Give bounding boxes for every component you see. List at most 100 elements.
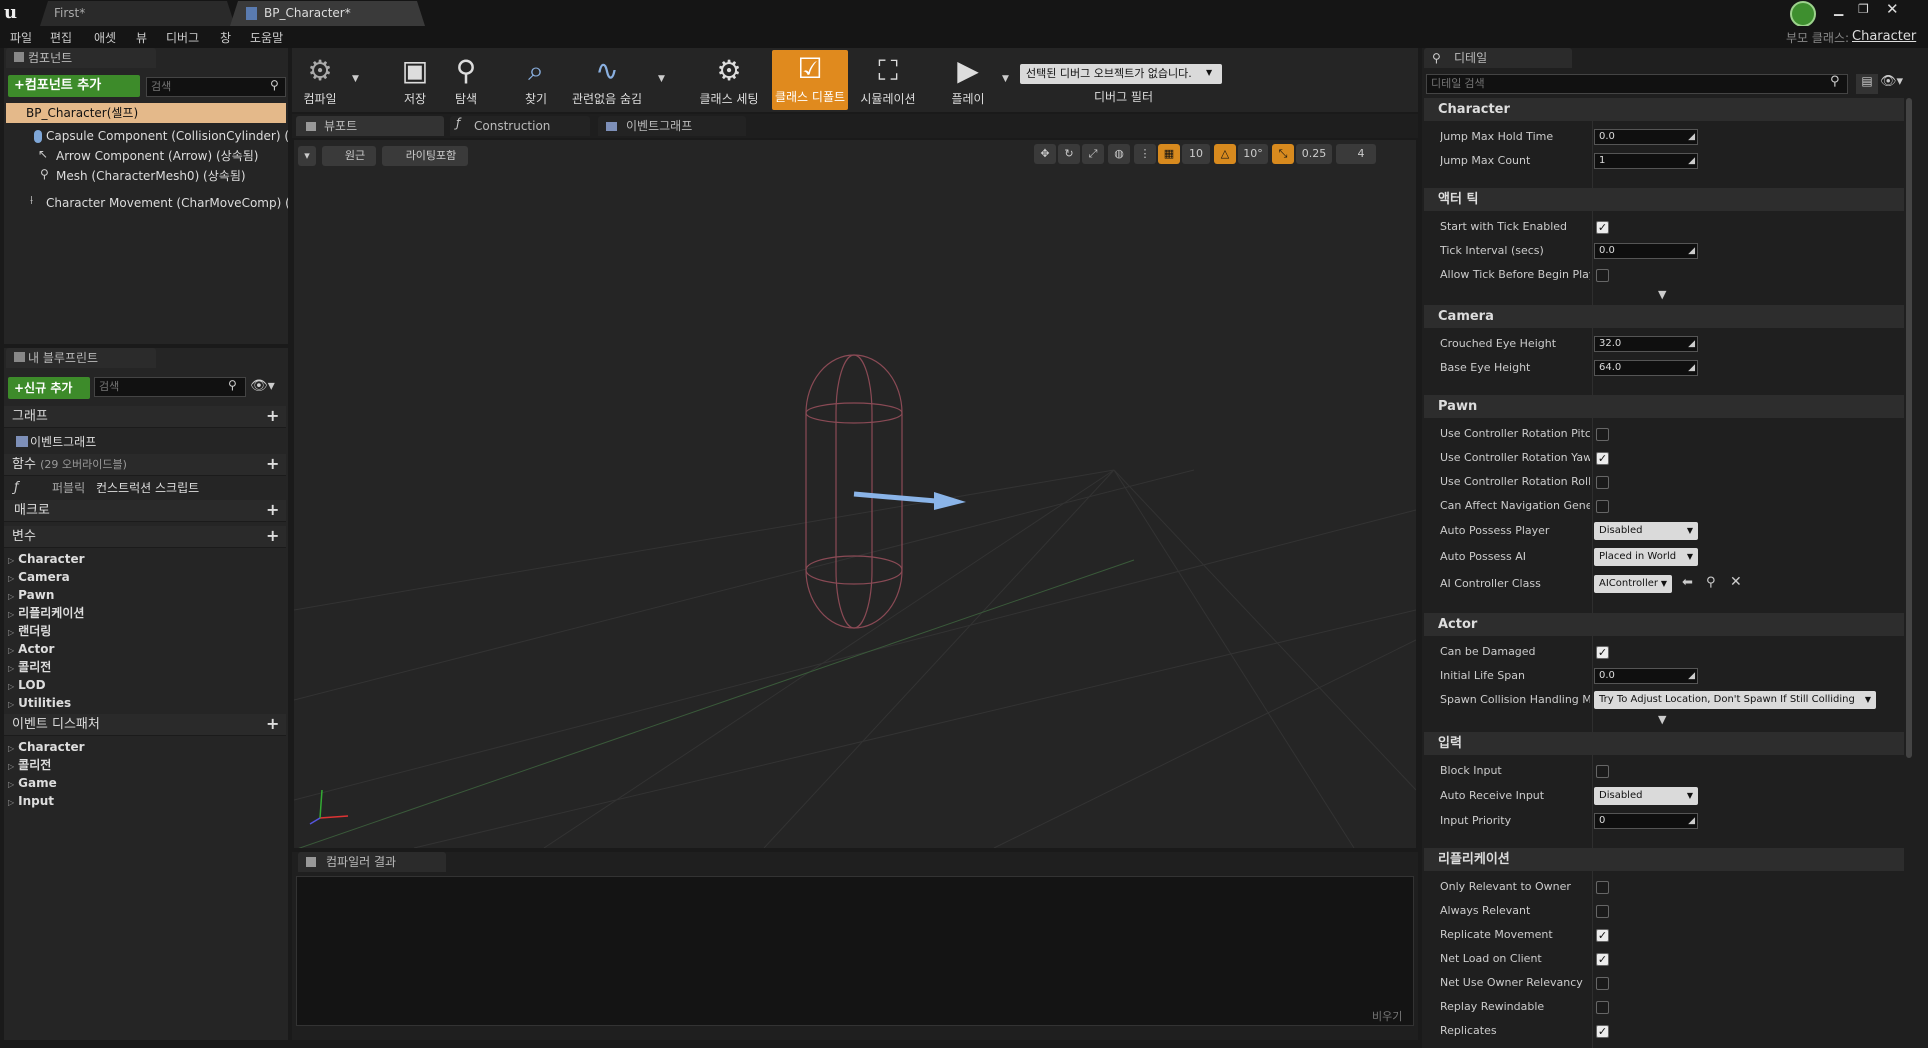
- allow-tick-checkbox[interactable]: [1596, 269, 1609, 282]
- compile-button[interactable]: ⚙ 컴파일: [296, 52, 344, 110]
- menu-window[interactable]: 창: [220, 29, 231, 46]
- auto-receive-input-select[interactable]: Disabled: [1594, 787, 1698, 805]
- dispatcher-category[interactable]: ▷ Game: [8, 774, 286, 792]
- viewport-options-button[interactable]: ▾: [298, 146, 316, 166]
- ai-controller-class-select[interactable]: AIController: [1594, 575, 1672, 593]
- construction-script-item[interactable]: 컨스트럭션 스크립트: [96, 478, 199, 498]
- source-control-icon[interactable]: [1790, 1, 1816, 27]
- category-actor-tick[interactable]: 액터 틱: [1424, 188, 1904, 211]
- variable-category[interactable]: ▷ 리플리케이션: [8, 604, 286, 622]
- event-graph-item[interactable]: 이벤트그래프: [12, 432, 282, 452]
- browse-asset-icon[interactable]: ⚲: [1706, 575, 1716, 590]
- always-relevant-checkbox[interactable]: [1596, 905, 1609, 918]
- category-actor[interactable]: Actor: [1424, 613, 1904, 636]
- class-settings-button[interactable]: ⚙ 클래스 세팅: [696, 52, 762, 110]
- jump-max-hold-time-input[interactable]: 0.0: [1594, 129, 1698, 145]
- play-dropdown-icon[interactable]: ▼: [1002, 74, 1009, 84]
- add-function-button[interactable]: +: [266, 454, 279, 473]
- category-camera[interactable]: Camera: [1424, 305, 1904, 328]
- world-local-icon[interactable]: ◍: [1108, 144, 1130, 164]
- crouched-eye-height-input[interactable]: 32.0: [1594, 336, 1698, 352]
- tab-event-graph[interactable]: 이벤트그래프: [598, 116, 746, 136]
- variables-section[interactable]: 변수: [4, 526, 286, 548]
- details-scrollbar[interactable]: [1906, 98, 1912, 758]
- hide-unrelated-dropdown-icon[interactable]: ▼: [658, 74, 665, 84]
- dispatcher-category[interactable]: ▷ 콜리전: [8, 756, 286, 774]
- maximize-button[interactable]: ❐: [1858, 2, 1869, 16]
- variable-category[interactable]: ▷ 콜리전: [8, 658, 286, 676]
- doc-tab-bp-character[interactable]: BP_Character*: [230, 1, 425, 26]
- variable-category[interactable]: ▷ Character: [8, 550, 286, 568]
- tab-components[interactable]: 컴포넌트: [6, 48, 156, 68]
- viewport[interactable]: ▾ 원근 라이팅포함 ✥ ↻ ⤢ ◍ ⋮ ▦ 10 △ 10° ⤡ 0.25 4: [294, 140, 1416, 848]
- visibility-eye-icon[interactable]: 👁▾: [250, 378, 275, 394]
- perspective-button[interactable]: 원근: [322, 146, 376, 166]
- dispatcher-category[interactable]: ▷ Input: [8, 792, 286, 810]
- replicates-checkbox[interactable]: ✓: [1596, 1025, 1609, 1038]
- add-new-button[interactable]: +신규 추가: [8, 377, 90, 399]
- translate-tool-icon[interactable]: ✥: [1034, 144, 1056, 164]
- surface-snap-icon[interactable]: ⋮: [1134, 144, 1156, 164]
- variable-category[interactable]: ▷ LOD: [8, 676, 286, 694]
- play-button[interactable]: ▶ 플레이: [944, 52, 992, 110]
- initial-life-span-input[interactable]: 0.0: [1594, 668, 1698, 684]
- doc-tab-first[interactable]: First*: [40, 1, 235, 26]
- use-selected-arrow-icon[interactable]: ⬅: [1682, 575, 1693, 590]
- scale-snap-icon[interactable]: ⤡: [1272, 144, 1294, 164]
- close-button[interactable]: ✕: [1886, 0, 1899, 18]
- net-owner-relevancy-checkbox[interactable]: [1596, 977, 1609, 990]
- rotate-tool-icon[interactable]: ↻: [1058, 144, 1080, 164]
- dispatcher-category[interactable]: ▷ Character: [8, 738, 286, 756]
- variable-category[interactable]: ▷ Actor: [8, 640, 286, 658]
- auto-possess-player-select[interactable]: Disabled: [1594, 522, 1698, 540]
- dispatchers-section[interactable]: 이벤트 디스패처: [4, 714, 286, 736]
- components-search-input[interactable]: [146, 77, 286, 97]
- spawn-collision-select[interactable]: Try To Adjust Location, Don't Spawn If S…: [1594, 691, 1876, 709]
- simulation-button[interactable]: ⛶ 시뮬레이션: [858, 52, 918, 110]
- menu-edit[interactable]: 편집: [50, 29, 72, 46]
- advanced-expander-icon[interactable]: ▼: [1658, 288, 1666, 301]
- rotation-roll-checkbox[interactable]: [1596, 476, 1609, 489]
- browse-button[interactable]: ⚲ 탐색: [448, 52, 484, 110]
- camera-speed-button[interactable]: 4: [1336, 144, 1376, 164]
- menu-file[interactable]: 파일: [10, 29, 32, 46]
- lit-mode-button[interactable]: 라이팅포함: [382, 146, 468, 166]
- add-macro-button[interactable]: +: [266, 500, 279, 519]
- can-be-damaged-checkbox[interactable]: ✓: [1596, 646, 1609, 659]
- add-graph-button[interactable]: +: [266, 406, 279, 425]
- add-variable-button[interactable]: +: [266, 526, 279, 545]
- find-button[interactable]: ⌕ 찾기: [518, 52, 554, 110]
- clear-icon[interactable]: ✕: [1730, 574, 1742, 590]
- parent-class-link[interactable]: Character: [1852, 29, 1916, 44]
- variable-category[interactable]: ▷ Pawn: [8, 586, 286, 604]
- block-input-checkbox[interactable]: [1596, 765, 1609, 778]
- category-replication[interactable]: 리플리케이션: [1424, 848, 1904, 871]
- tab-my-blueprint[interactable]: 내 블루프린트: [6, 348, 156, 368]
- affect-navigation-checkbox[interactable]: [1596, 500, 1609, 513]
- tab-construction-script[interactable]: Construction Scrip: [450, 116, 590, 153]
- add-dispatcher-button[interactable]: +: [266, 714, 279, 733]
- net-load-checkbox[interactable]: ✓: [1596, 953, 1609, 966]
- variable-category[interactable]: ▷ Utilities: [8, 694, 286, 712]
- debug-object-select[interactable]: 선택된 디버그 오브젝트가 없습니다.: [1020, 64, 1222, 84]
- replay-rewindable-checkbox[interactable]: [1596, 1001, 1609, 1014]
- scale-tool-icon[interactable]: ⤢: [1082, 144, 1104, 164]
- grid-snap-value[interactable]: 10: [1182, 144, 1210, 164]
- menu-view[interactable]: 뷰: [136, 29, 147, 46]
- rotation-yaw-checkbox[interactable]: ✓: [1596, 452, 1609, 465]
- macros-section[interactable]: 매크로: [4, 500, 286, 522]
- compile-dropdown-icon[interactable]: ▼: [352, 74, 359, 84]
- tab-details[interactable]: 디테일: [1424, 48, 1572, 68]
- tab-compiler-results[interactable]: 컴파일러 결과: [298, 852, 446, 872]
- minimize-button[interactable]: ▁: [1834, 2, 1843, 16]
- rotation-snap-value[interactable]: 10°: [1238, 144, 1268, 164]
- auto-possess-ai-select[interactable]: Placed in World: [1594, 548, 1698, 566]
- replicate-movement-checkbox[interactable]: ✓: [1596, 929, 1609, 942]
- advanced-expander-icon[interactable]: ▼: [1658, 713, 1666, 726]
- rotation-snap-icon[interactable]: △: [1214, 144, 1236, 164]
- category-input[interactable]: 입력: [1424, 732, 1904, 755]
- only-relevant-owner-checkbox[interactable]: [1596, 881, 1609, 894]
- variable-category[interactable]: ▷ 랜더링: [8, 622, 286, 640]
- start-tick-checkbox[interactable]: ✓: [1596, 221, 1609, 234]
- functions-section[interactable]: 함수 (29 오버라이드블): [4, 454, 286, 476]
